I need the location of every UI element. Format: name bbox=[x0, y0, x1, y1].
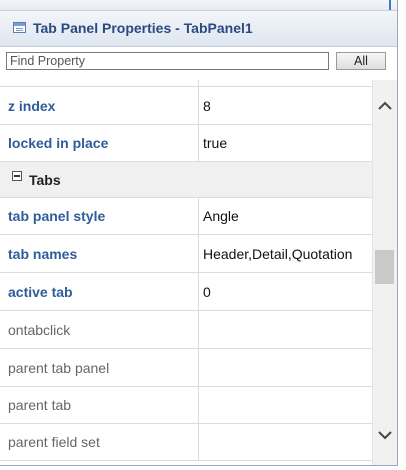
top-strip bbox=[0, 0, 397, 11]
group-label: Tabs bbox=[29, 171, 61, 188]
column-divider bbox=[198, 311, 199, 348]
scrollbar-thumb[interactable] bbox=[375, 250, 394, 284]
collapse-box-icon[interactable] bbox=[12, 171, 22, 181]
all-button[interactable]: All bbox=[336, 52, 386, 70]
property-name: active tab bbox=[8, 283, 73, 300]
column-divider bbox=[198, 273, 199, 310]
property-row-tab-panel-style[interactable]: tab panel style Angle bbox=[0, 198, 372, 235]
property-value[interactable]: true bbox=[203, 125, 227, 161]
property-name: tab names bbox=[8, 245, 78, 262]
property-panel: Tab Panel Properties - TabPanel1 All z i… bbox=[0, 0, 398, 466]
chevron-up-icon[interactable] bbox=[376, 97, 394, 115]
column-divider bbox=[198, 235, 199, 272]
property-row-parent-tab[interactable]: parent tab bbox=[0, 387, 372, 424]
property-name: z index bbox=[8, 97, 56, 114]
property-value[interactable]: Header,Detail,Quotation bbox=[203, 235, 352, 272]
top-strip-marker bbox=[389, 0, 391, 10]
search-row: All bbox=[0, 47, 397, 75]
property-name: tab panel style bbox=[8, 208, 106, 224]
tabs-group-header[interactable]: Tabs bbox=[0, 162, 372, 198]
property-row-parent-field-set[interactable]: parent field set bbox=[0, 424, 372, 461]
panel-icon bbox=[13, 22, 26, 33]
find-property-input[interactable] bbox=[6, 52, 329, 70]
property-row-parent-tab-panel[interactable]: parent tab panel bbox=[0, 349, 372, 387]
property-name: locked in place bbox=[8, 135, 109, 151]
column-divider bbox=[198, 87, 199, 124]
property-name: parent field set bbox=[8, 434, 100, 450]
property-row-partial bbox=[0, 80, 372, 87]
column-divider bbox=[198, 80, 199, 86]
property-name: ontabclick bbox=[8, 321, 71, 338]
column-divider bbox=[198, 198, 199, 234]
property-value[interactable]: Angle bbox=[203, 198, 239, 234]
vertical-scrollbar[interactable] bbox=[372, 80, 397, 465]
property-name: parent tab bbox=[8, 397, 72, 413]
property-row-tab-names[interactable]: tab names Header,Detail,Quotation bbox=[0, 235, 372, 273]
column-divider bbox=[198, 349, 199, 386]
property-row-active-tab[interactable]: active tab 0 bbox=[0, 273, 372, 311]
property-row-locked-in-place[interactable]: locked in place true bbox=[0, 125, 372, 162]
column-divider bbox=[198, 125, 199, 161]
property-row-ontabclick[interactable]: ontabclick bbox=[0, 311, 372, 349]
property-value[interactable]: 8 bbox=[203, 87, 211, 124]
property-name: parent tab panel bbox=[8, 359, 110, 376]
property-row-z-index[interactable]: z index 8 bbox=[0, 87, 372, 125]
column-divider bbox=[198, 387, 199, 423]
property-value[interactable]: 0 bbox=[203, 273, 211, 310]
chevron-down-icon[interactable] bbox=[376, 426, 394, 444]
panel-title: Tab Panel Properties - TabPanel1 bbox=[33, 20, 253, 36]
panel-titlebar: Tab Panel Properties - TabPanel1 bbox=[0, 11, 397, 47]
property-grid: z index 8 locked in place true Tabs tab … bbox=[0, 80, 372, 465]
column-divider bbox=[198, 424, 199, 460]
